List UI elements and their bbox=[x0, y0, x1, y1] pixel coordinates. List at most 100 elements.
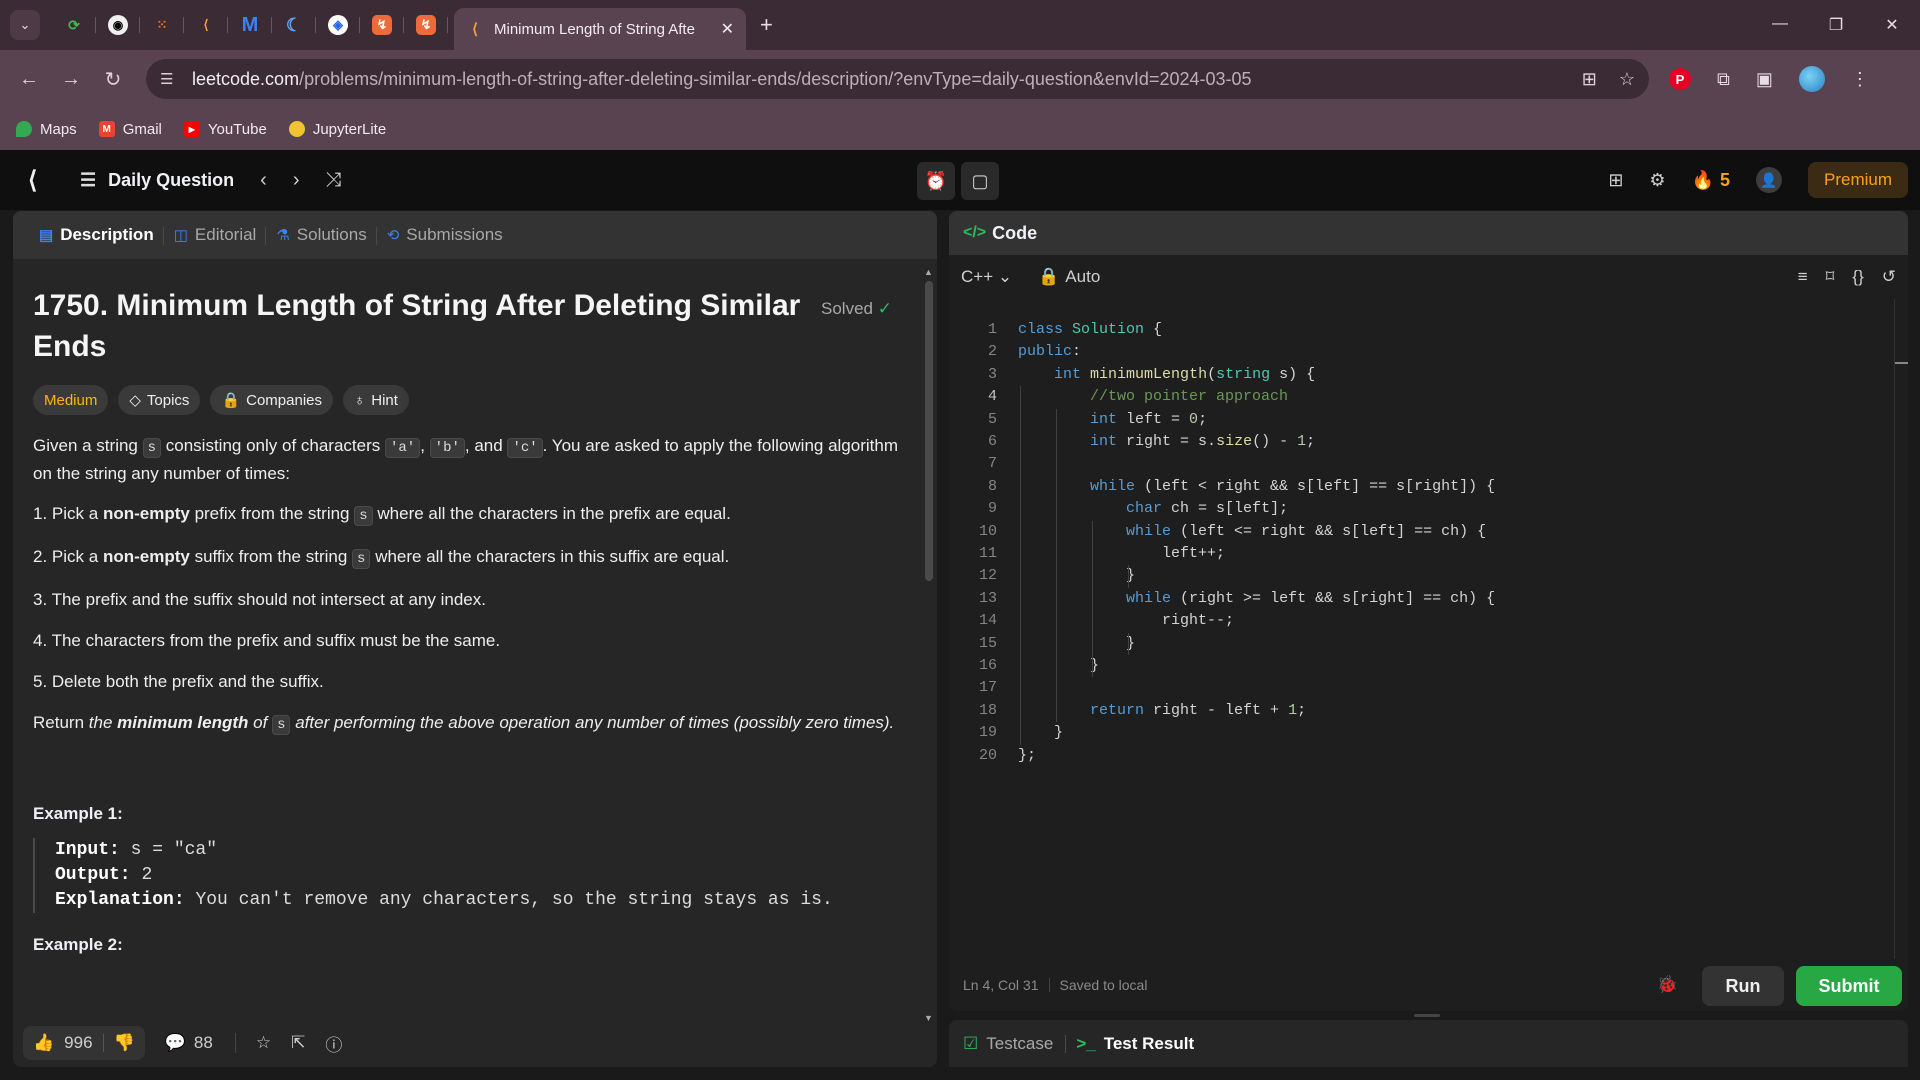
pinned-tab[interactable]: ◉ bbox=[96, 0, 140, 50]
auto-mode[interactable]: 🔒 Auto bbox=[1038, 267, 1100, 287]
streak-counter[interactable]: 🔥 5 bbox=[1692, 170, 1730, 191]
code-line[interactable]: while (right >= left && s[right] == ch) … bbox=[1018, 588, 1495, 610]
code-line[interactable]: }; bbox=[1018, 745, 1036, 767]
back-icon[interactable]: ← bbox=[8, 68, 50, 91]
editor-overview-ruler[interactable] bbox=[1894, 299, 1908, 959]
scrollbar-thumb[interactable] bbox=[925, 281, 933, 581]
code-line[interactable]: } bbox=[1018, 655, 1099, 677]
code-line[interactable]: while (left < right && s[left] == s[righ… bbox=[1018, 476, 1495, 498]
tab-description[interactable]: ▤ Description bbox=[29, 225, 164, 245]
bookmark-youtube[interactable]: ▶ YouTube bbox=[183, 121, 267, 138]
code-editor[interactable]: 1 class Solution {2 public: 3 int minimumLe… bbox=[949, 299, 1908, 959]
side-panel-icon[interactable]: ▣ bbox=[1756, 69, 1773, 90]
topics-chip[interactable]: ◇ Topics bbox=[118, 385, 201, 415]
tab-submissions[interactable]: ⟲ Submissions bbox=[375, 225, 513, 245]
submit-button[interactable]: Submit bbox=[1796, 966, 1902, 1006]
pinned-tab[interactable]: ↯ bbox=[360, 0, 404, 50]
site-info-icon[interactable]: ☰ bbox=[160, 70, 180, 88]
tab-testcase[interactable]: ☑ Testcase bbox=[963, 1034, 1053, 1054]
layout-grid-icon[interactable]: ⊞ bbox=[1608, 170, 1623, 191]
reload-icon[interactable]: ↻ bbox=[92, 67, 134, 92]
line-number: 19 bbox=[978, 724, 997, 742]
new-tab-icon[interactable]: + bbox=[760, 12, 773, 38]
tab-test-result[interactable]: >_ Test Result bbox=[1066, 1034, 1194, 1054]
companies-chip[interactable]: 🔒 Companies bbox=[210, 385, 333, 415]
pinned-tab[interactable]: ⁙ bbox=[140, 0, 184, 50]
code-line[interactable]: while (left <= right && s[left] == ch) { bbox=[1018, 521, 1486, 543]
code-tab[interactable]: </> Code bbox=[949, 211, 1908, 255]
thumbs-up-icon[interactable]: 👍 bbox=[33, 1033, 54, 1053]
timer-icon[interactable]: ⏰ bbox=[917, 162, 955, 200]
code-line[interactable]: int right = s.size() - 1; bbox=[1018, 431, 1315, 453]
format-icon[interactable]: ≡ bbox=[1798, 267, 1808, 287]
code-line[interactable]: return right - left + 1; bbox=[1018, 700, 1306, 722]
pinned-tab[interactable]: ☾ bbox=[272, 0, 316, 50]
code-line[interactable]: int minimumLength(string s) { bbox=[1018, 364, 1315, 386]
bookmark-star-icon[interactable]: ☆ bbox=[1619, 69, 1635, 90]
code-line[interactable]: } bbox=[1018, 722, 1063, 744]
indent-guide bbox=[1128, 565, 1129, 588]
problem-title[interactable]: 1750. Minimum Length of String After Del… bbox=[33, 285, 813, 367]
reset-icon[interactable]: ↺ bbox=[1882, 267, 1896, 287]
pinterest-icon[interactable]: P bbox=[1669, 68, 1691, 90]
language-select[interactable]: C++ ⌄ bbox=[961, 267, 1012, 287]
code-line[interactable]: left++; bbox=[1018, 543, 1225, 565]
tab-solutions[interactable]: ⚗ Solutions bbox=[265, 225, 376, 245]
bookmark-icon[interactable]: ⌑ bbox=[1826, 267, 1835, 287]
description-footer: 👍 996 👎 💬 88 ☆ ⇱ ⓘ bbox=[13, 1019, 937, 1067]
user-avatar[interactable]: 👤 bbox=[1755, 167, 1782, 193]
fire-icon: 🔥 bbox=[1691, 169, 1714, 190]
comments-button[interactable]: 💬 88 bbox=[165, 1033, 213, 1053]
close-window-icon[interactable]: ✕ bbox=[1864, 15, 1920, 35]
bookmark-maps[interactable]: Maps bbox=[16, 121, 77, 138]
pinned-tab[interactable]: ⟳ bbox=[52, 0, 96, 50]
app-icon: ⟳ bbox=[68, 16, 80, 33]
close-tab-icon[interactable]: ✕ bbox=[721, 19, 734, 39]
hint-chip[interactable]: ♁ Hint bbox=[343, 385, 409, 415]
bookmark-gmail[interactable]: M Gmail bbox=[98, 121, 162, 138]
browser-menu-icon[interactable]: ⋮ bbox=[1851, 69, 1869, 90]
help-icon[interactable]: ⓘ bbox=[325, 1031, 342, 1056]
code-line[interactable]: right--; bbox=[1018, 610, 1234, 632]
pinned-tab[interactable]: ↯ bbox=[404, 0, 448, 50]
translate-icon[interactable]: ⊞ bbox=[1582, 69, 1597, 90]
code-line[interactable]: //two pointer approach bbox=[1018, 386, 1288, 408]
share-icon[interactable]: ⇱ bbox=[291, 1033, 305, 1053]
braces-icon[interactable]: {} bbox=[1852, 267, 1863, 287]
forward-icon[interactable]: → bbox=[50, 68, 92, 91]
pinned-tab[interactable]: ◈ bbox=[316, 0, 360, 50]
debug-icon[interactable]: 🐞 bbox=[1657, 975, 1678, 995]
code-line[interactable]: public: bbox=[1018, 341, 1081, 363]
profile-avatar[interactable] bbox=[1798, 66, 1825, 92]
thumbs-down-icon[interactable]: 👎 bbox=[114, 1033, 135, 1053]
notes-icon[interactable]: ▢ bbox=[961, 162, 999, 200]
next-problem-icon[interactable]: › bbox=[293, 169, 300, 192]
premium-button[interactable]: Premium bbox=[1807, 162, 1908, 198]
code-line[interactable]: int left = 0; bbox=[1018, 409, 1207, 431]
settings-gear-icon[interactable]: ⚙ bbox=[1649, 170, 1665, 191]
bookmark-jupyterlite[interactable]: JupyterLite bbox=[288, 121, 386, 138]
tab-search-icon[interactable]: ⌄ bbox=[10, 10, 40, 40]
active-tab[interactable]: ⟨ Minimum Length of String Afte ✕ bbox=[454, 8, 746, 50]
leetcode-logo-icon[interactable]: ⟨ bbox=[28, 166, 52, 194]
tab-label: Description bbox=[60, 225, 154, 244]
pinned-tab[interactable]: ⟨ bbox=[184, 0, 228, 50]
daily-question-link[interactable]: ☰ Daily Question bbox=[80, 170, 234, 191]
restore-icon[interactable]: ❐ bbox=[1808, 15, 1864, 35]
code-line[interactable]: } bbox=[1018, 633, 1135, 655]
url-field[interactable]: ☰ leetcode.com/problems/minimum-length-o… bbox=[146, 59, 1649, 99]
pinned-tab[interactable]: M bbox=[228, 0, 272, 50]
favorite-star-icon[interactable]: ☆ bbox=[256, 1033, 271, 1053]
panel-resize-handle[interactable] bbox=[1414, 1014, 1440, 1017]
code-line[interactable]: char ch = s[left]; bbox=[1018, 498, 1288, 520]
minimize-icon[interactable]: — bbox=[1752, 15, 1808, 35]
code-line[interactable]: class Solution { bbox=[1018, 319, 1162, 341]
run-button[interactable]: Run bbox=[1702, 966, 1784, 1006]
description-scrollbar[interactable]: ▲ ▼ bbox=[924, 267, 934, 1023]
scroll-up-icon[interactable]: ▲ bbox=[924, 267, 933, 277]
prev-problem-icon[interactable]: ‹ bbox=[260, 169, 267, 192]
code-line[interactable]: } bbox=[1018, 565, 1135, 587]
shuffle-icon[interactable]: ⤨ bbox=[326, 169, 342, 192]
extensions-icon[interactable]: ⧉ bbox=[1717, 69, 1730, 90]
tab-editorial[interactable]: ◫ Editorial bbox=[162, 225, 267, 245]
